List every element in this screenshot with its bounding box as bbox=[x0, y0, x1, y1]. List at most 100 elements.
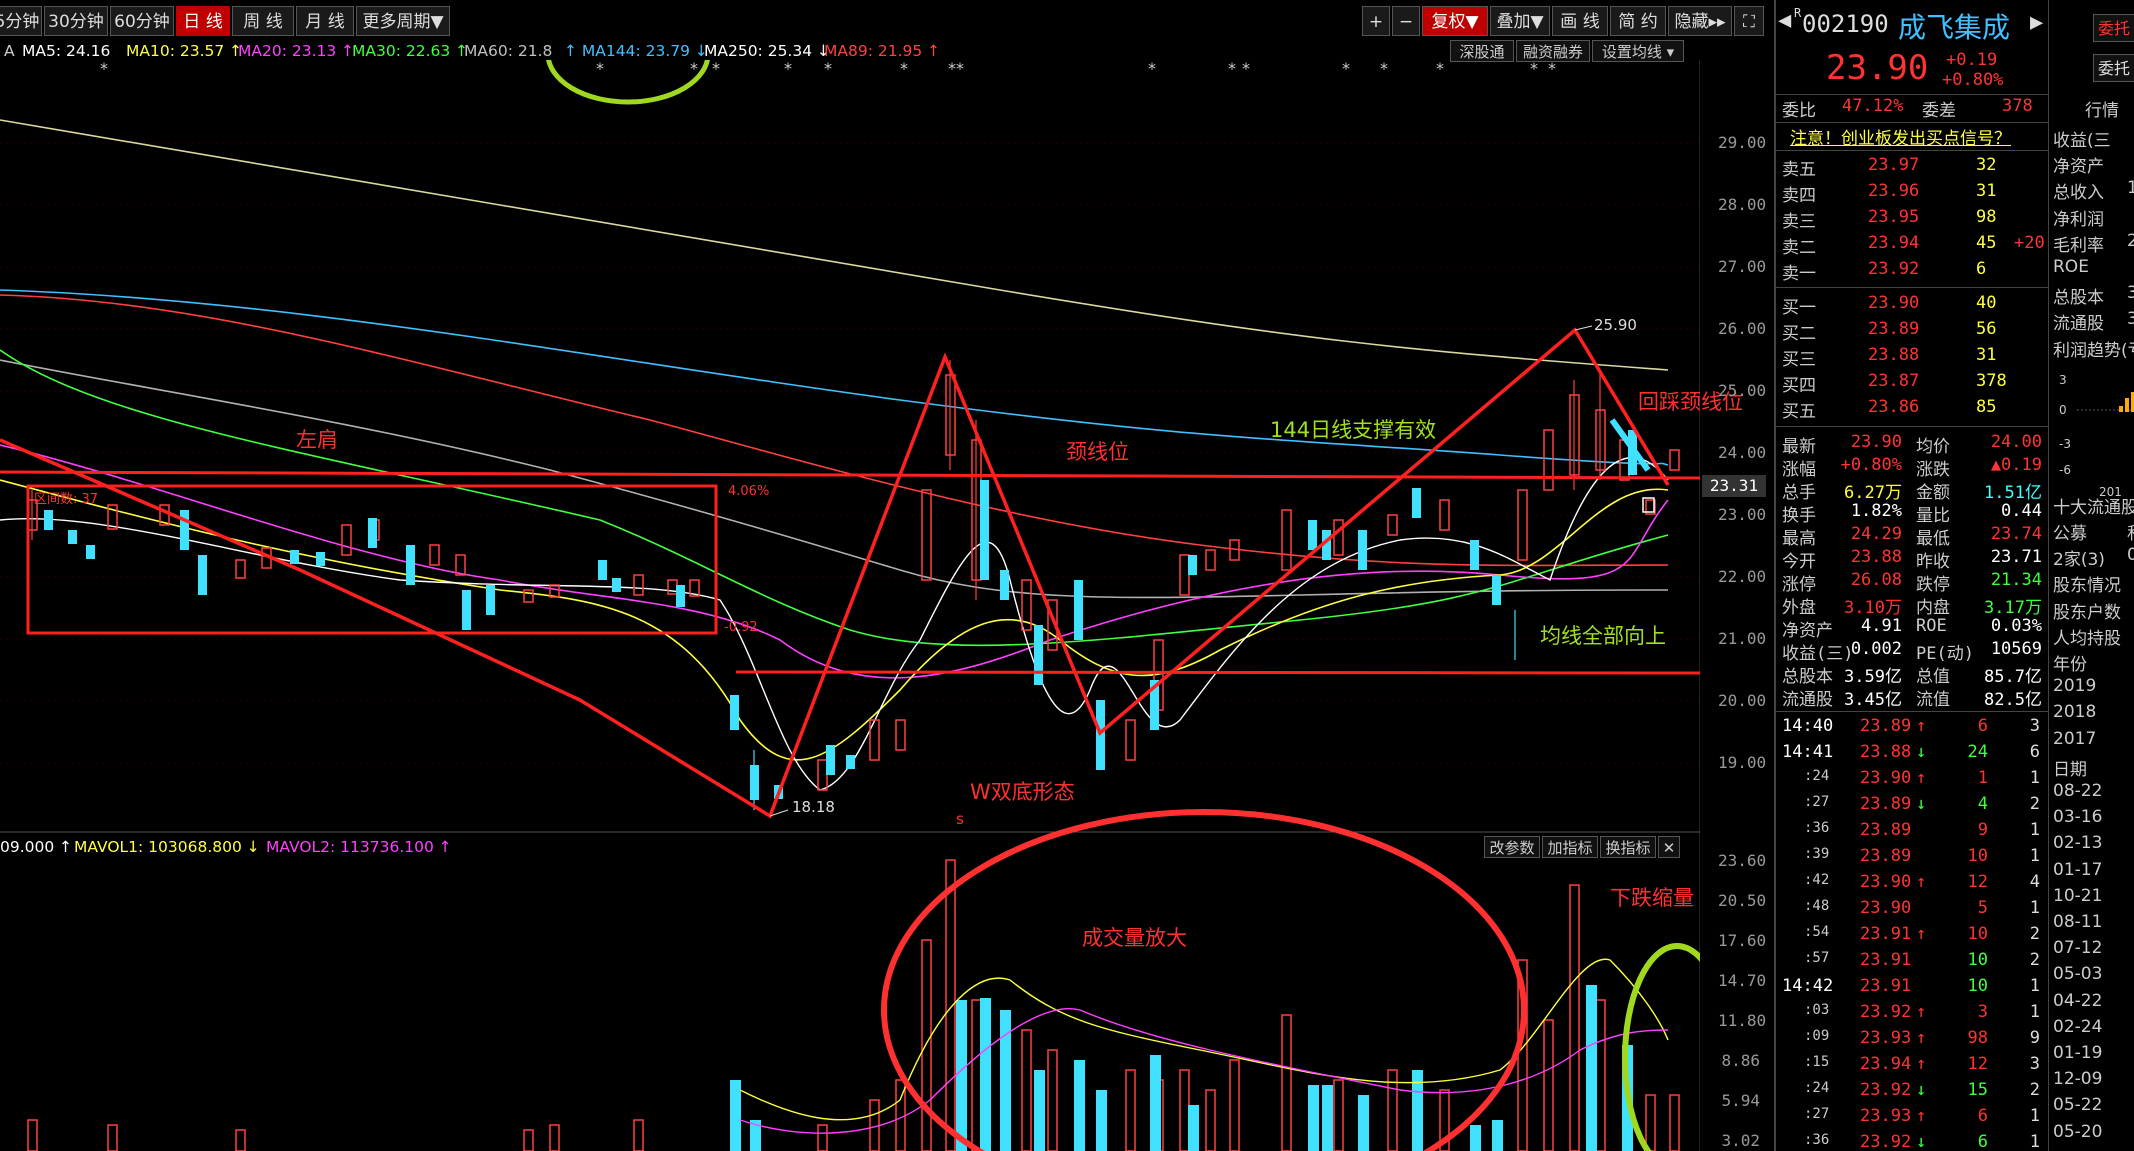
close-indicator-icon[interactable]: ✕ bbox=[1658, 836, 1680, 858]
svg-text:*: * bbox=[100, 60, 108, 78]
f10-item[interactable]: 2017 bbox=[2053, 729, 2096, 749]
f10-item[interactable]: 收益(三 bbox=[2053, 126, 2111, 151]
tick-row: :27 23.89 ↓ 4 2 bbox=[1804, 794, 2040, 814]
ma-settings-button[interactable]: 设置均线 ▾ bbox=[1592, 40, 1684, 62]
price-tick: 24.00 bbox=[1718, 443, 1767, 462]
tick-row: 14:40 23.89 ↑ 6 3 bbox=[1782, 716, 2040, 736]
f10-item[interactable]: 2家(3)0 bbox=[2053, 545, 2134, 570]
draw-line-button[interactable]: 画 线 bbox=[1552, 6, 1608, 36]
f10-item[interactable]: 股东户数 bbox=[2053, 598, 2121, 623]
simple-mode-button[interactable]: 简 约 bbox=[1610, 6, 1666, 36]
f10-item[interactable]: 05-20 bbox=[2053, 1122, 2102, 1142]
tab-30min[interactable]: 30分钟 bbox=[44, 6, 108, 36]
adjust-price-button[interactable]: 复权▼ bbox=[1422, 6, 1488, 36]
ma20-line bbox=[0, 444, 1669, 679]
f10-header[interactable]: 行情 bbox=[2085, 96, 2119, 121]
f10-item[interactable]: 03-16 bbox=[2053, 807, 2102, 827]
hk-connect-button[interactable]: 深股通 bbox=[1450, 40, 1514, 62]
f10-item[interactable]: 01-17 bbox=[2053, 860, 2102, 880]
svg-text:201: 201 bbox=[2099, 485, 2122, 499]
bid-row: 买三 23.88 31 bbox=[1782, 345, 1997, 370]
signal-notice-link[interactable]: 注意！创业板发出买点信号？ bbox=[1790, 124, 2011, 149]
tab-daily[interactable]: 日 线 bbox=[176, 6, 230, 36]
fullscreen-icon[interactable]: ⛶ bbox=[1734, 6, 1764, 36]
order-button[interactable]: 委托 bbox=[2093, 14, 2134, 42]
f10-item[interactable]: 04-22 bbox=[2053, 991, 2102, 1011]
svg-text:*: * bbox=[1530, 60, 1538, 78]
price-tick: 29.00 bbox=[1718, 133, 1767, 152]
f10-item[interactable]: 净利润 bbox=[2053, 205, 2104, 230]
f10-item[interactable]: 利润趋势(亏 bbox=[2053, 336, 2134, 361]
current-price-tag: 23.31 bbox=[1702, 475, 1766, 497]
edit-params-button[interactable]: 改参数 bbox=[1484, 836, 1540, 858]
switch-indicator-button[interactable]: 换指标 bbox=[1600, 836, 1656, 858]
mavol1-line bbox=[739, 958, 1669, 1121]
kline-chart[interactable]: * * * * * * * * * * * * * * * * * bbox=[0, 60, 1700, 1151]
price-tick: 28.00 bbox=[1718, 195, 1767, 214]
tick-row: :36 23.89 9 1 bbox=[1804, 820, 2040, 840]
tick-row: :36 23.92 ↓ 6 1 bbox=[1804, 1132, 2040, 1151]
f10-item[interactable]: 12-09 bbox=[2053, 1069, 2102, 1089]
all-ma-up-label: 均线全部向上 bbox=[1540, 624, 1666, 648]
margin-trading-button[interactable]: 融资融券 bbox=[1516, 40, 1590, 62]
price-tick: 21.00 bbox=[1718, 629, 1767, 648]
f10-item[interactable]: ROE bbox=[2053, 257, 2089, 277]
f10-item[interactable]: 05-22 bbox=[2053, 1095, 2102, 1115]
f10-item[interactable]: 01-19 bbox=[2053, 1043, 2102, 1063]
overlay-button[interactable]: 叠加▼ bbox=[1490, 6, 1550, 36]
low-price-label: 18.18 bbox=[792, 798, 835, 816]
zoom-out-button[interactable]: − bbox=[1392, 6, 1420, 36]
hide-button[interactable]: 隐藏▸▸ bbox=[1668, 6, 1732, 36]
stat-row: 流通股 3.45亿 流值 82.5亿 bbox=[1782, 690, 2042, 710]
tick-row: :39 23.89 10 1 bbox=[1804, 846, 2040, 866]
f10-item[interactable]: 10-21 bbox=[2053, 886, 2102, 906]
left-shoulder-box bbox=[26, 484, 718, 635]
f10-item[interactable]: 人均持股 bbox=[2053, 624, 2121, 649]
tab-60min[interactable]: 60分钟 bbox=[110, 6, 174, 36]
f10-item[interactable]: 年份 bbox=[2053, 650, 2087, 675]
f10-item[interactable]: 总收入1 bbox=[2053, 178, 2134, 203]
prev-stock-icon[interactable]: ◀ bbox=[1778, 8, 1791, 33]
zoom-in-button[interactable]: + bbox=[1362, 6, 1390, 36]
f10-item[interactable]: 08-22 bbox=[2053, 781, 2102, 801]
f10-item[interactable]: 日期 bbox=[2053, 755, 2087, 780]
f10-item[interactable]: 2019 bbox=[2053, 676, 2096, 696]
f10-item[interactable]: 07-12 bbox=[2053, 938, 2102, 958]
f10-item[interactable]: 股东情况 bbox=[2053, 571, 2121, 596]
f10-item[interactable]: 2018 bbox=[2053, 702, 2096, 722]
f10-item[interactable]: 公募私 bbox=[2053, 519, 2134, 544]
volume-up-label: 成交量放大 bbox=[1082, 926, 1187, 950]
f10-item[interactable]: 05-03 bbox=[2053, 964, 2102, 984]
svg-text:*: * bbox=[1380, 60, 1388, 78]
next-stock-icon[interactable]: ▶ bbox=[2030, 10, 2043, 35]
svg-text:*: * bbox=[712, 60, 720, 78]
f10-item[interactable]: 总股本3 bbox=[2053, 283, 2134, 308]
f10-item[interactable]: 净资产 bbox=[2053, 152, 2104, 177]
order-button-2[interactable]: 委托 bbox=[2093, 54, 2134, 82]
tab-monthly[interactable]: 月 线 bbox=[296, 6, 354, 36]
vol-tick: 23.60 bbox=[1718, 851, 1767, 870]
svg-text:*: * bbox=[596, 60, 604, 78]
add-indicator-button[interactable]: 加指标 bbox=[1542, 836, 1598, 858]
tick-row: :54 23.91 ↑ 10 2 bbox=[1804, 924, 2040, 944]
price-tick: 19.00 bbox=[1718, 753, 1767, 772]
f10-item[interactable]: 流通股3 bbox=[2053, 309, 2134, 334]
f10-item[interactable]: 02-24 bbox=[2053, 1017, 2102, 1037]
left-shoulder-label: 左肩 bbox=[296, 428, 338, 452]
svg-text:-3: -3 bbox=[2059, 437, 2071, 451]
svg-text:*: * bbox=[900, 60, 908, 78]
bid-row: 买二 23.89 56 bbox=[1782, 319, 1997, 344]
f10-item[interactable]: 毛利率2 bbox=[2053, 231, 2134, 256]
ma60-label: MA60: 21.8 bbox=[464, 42, 553, 60]
tab-5min[interactable]: 5分钟 bbox=[0, 6, 42, 36]
tick-row: 14:41 23.88 ↓ 24 6 bbox=[1782, 742, 2040, 762]
f10-item[interactable]: 02-13 bbox=[2053, 833, 2102, 853]
price-tick: 27.00 bbox=[1718, 257, 1767, 276]
tab-more-periods[interactable]: 更多周期▼ bbox=[356, 6, 450, 36]
stock-name: 成飞集成 bbox=[1898, 11, 2011, 44]
svg-text:*: * bbox=[948, 60, 956, 78]
tab-weekly[interactable]: 周 线 bbox=[232, 6, 294, 36]
tick-row: :57 23.91 10 2 bbox=[1804, 950, 2040, 970]
svg-text:*: * bbox=[1342, 60, 1350, 78]
f10-item[interactable]: 08-11 bbox=[2053, 912, 2102, 932]
